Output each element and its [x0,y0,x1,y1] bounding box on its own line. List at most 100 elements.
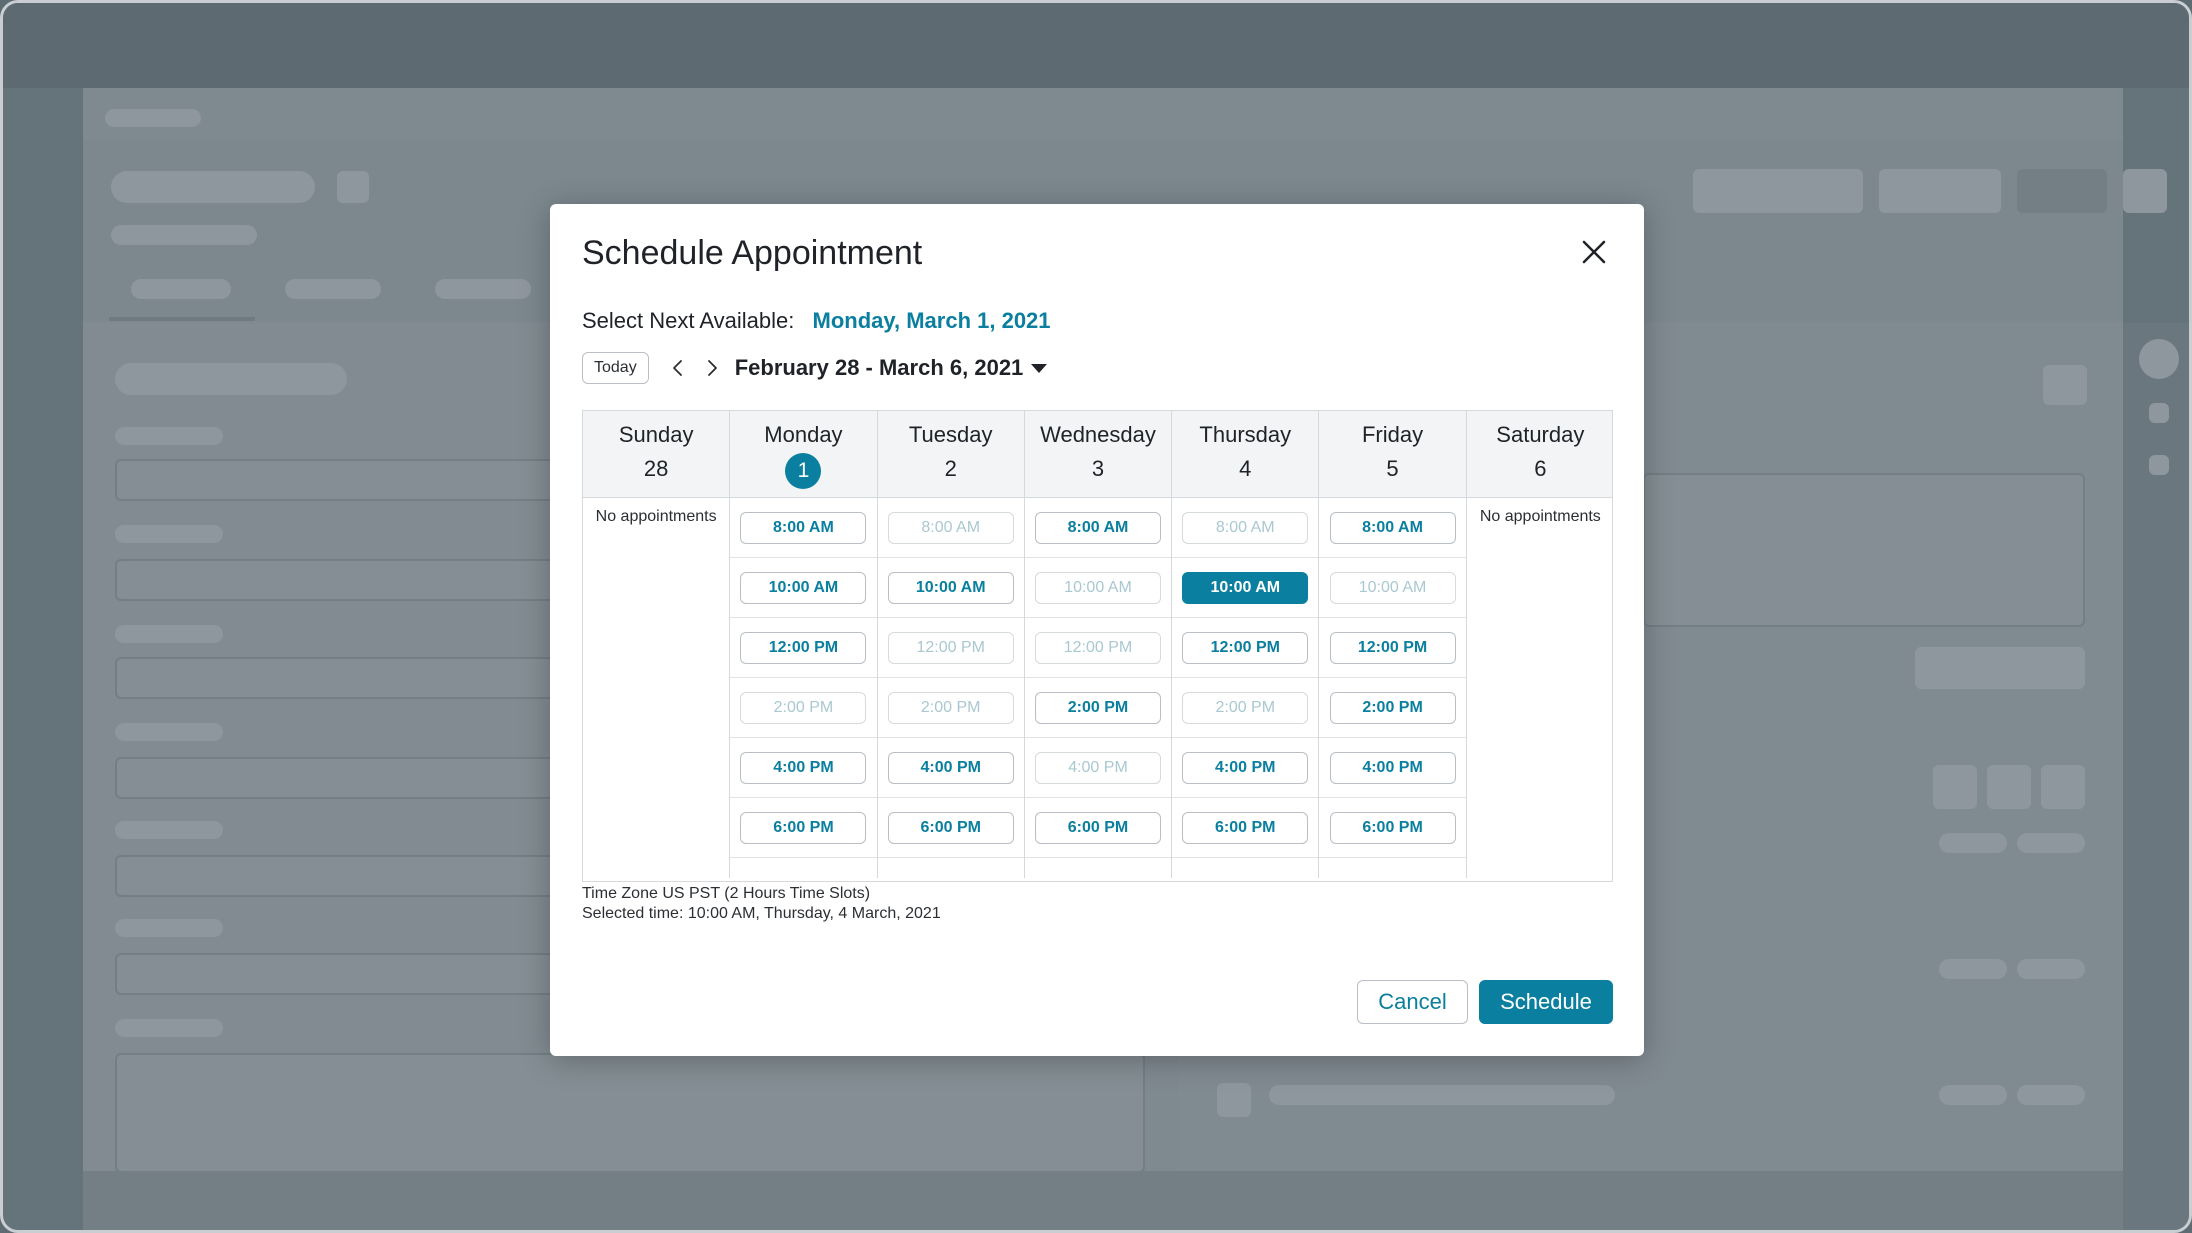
right-icon-btn-1 [1933,765,1977,809]
time-slot[interactable]: 4:00 PM [887,751,1014,784]
time-slot[interactable]: 4:00 PM [1329,751,1456,784]
day-header-tuesday: Tuesday 2 [878,411,1025,498]
right-field-placeholder [1643,473,2085,627]
right-row-placeholder [1269,1085,1615,1105]
time-slot[interactable]: 8:00 AM [1034,511,1161,544]
day-header-sunday: Sunday 28 [583,411,731,498]
day-header-saturday: Saturday 6 [1467,411,1612,498]
tab-placeholder-2 [285,279,381,299]
time-slot-disabled: 12:00 PM [887,631,1014,664]
previous-week-button[interactable] [661,351,695,385]
time-slot-disabled: 2:00 PM [1182,691,1309,724]
dialog-title: Schedule Appointment [582,234,923,272]
textarea-placeholder [115,1053,1145,1173]
time-slot-disabled: 4:00 PM [1034,751,1161,784]
day-column-friday: 8:00 AM 10:00 AM 12:00 PM 2:00 PM 4:00 P… [1319,498,1467,878]
date-range-dropdown[interactable]: February 28 - March 6, 2021 [735,355,1048,381]
bottom-icon-placeholder-3 [2075,1193,2097,1215]
day-name: Tuesday [908,422,993,447]
next-week-button[interactable] [695,351,729,385]
day-column-thursday: 8:00 AM 10:00 AM 12:00 PM 2:00 PM 4:00 P… [1172,498,1320,878]
field-placeholder-6 [115,953,615,995]
header-button-placeholder-3 [2017,169,2107,213]
time-slot-selected[interactable]: 10:00 AM [1182,571,1309,604]
time-slot[interactable]: 12:00 PM [740,631,867,664]
field-label-placeholder-4 [115,723,223,741]
next-available-row: Select Next Available: Monday, March 1, … [582,308,1051,334]
tab-placeholder-1 [131,279,231,299]
calendar-body: No appointments 8:00 AM 10:00 AM 12:00 P… [583,498,1612,878]
field-placeholder-3 [115,657,615,699]
field-label-placeholder-5 [115,821,223,839]
next-available-date-link[interactable]: Monday, March 1, 2021 [813,308,1051,333]
time-slot[interactable]: 2:00 PM [1034,691,1161,724]
week-navigation: Today February 28 - March 6, 2021 [582,351,1048,385]
day-number: 5 [1386,456,1399,481]
time-slot[interactable]: 2:00 PM [1329,691,1456,724]
right-icon-btn-2 [1987,765,2031,809]
today-button[interactable]: Today [582,352,649,384]
right-checkbox-placeholder [1217,1083,1251,1117]
section-title-placeholder [115,363,347,395]
selection-info: Time Zone US PST (2 Hours Time Slots) Se… [582,884,941,924]
close-icon [1582,240,1606,264]
right-icon-placeholder [2043,365,2087,405]
time-slot[interactable]: 10:00 AM [740,571,867,604]
field-placeholder-5 [115,855,615,897]
time-slot[interactable]: 4:00 PM [1182,751,1309,784]
day-number: 4 [1239,456,1252,481]
header-subtitle-placeholder [111,225,257,245]
right-button-placeholder [1915,647,2085,689]
schedule-button[interactable]: Schedule [1479,980,1613,1024]
time-slot[interactable]: 6:00 PM [1182,811,1309,844]
time-slot[interactable]: 6:00 PM [1034,811,1161,844]
time-slot-disabled: 8:00 AM [887,511,1014,544]
timezone-text: Time Zone US PST (2 Hours Time Slots) [582,885,871,902]
time-slot-disabled: 2:00 PM [740,691,867,724]
time-slot[interactable]: 8:00 AM [740,511,867,544]
chevron-left-icon [672,360,682,376]
field-label-placeholder-3 [115,625,223,643]
day-column-saturday: No appointments [1467,498,1612,878]
rail-icon-placeholder-1 [2149,403,2169,423]
right-pill-2 [2017,833,2085,853]
rail-icon-placeholder-2 [2149,455,2169,475]
no-appointments-text: No appointments [1479,508,1601,525]
time-slot[interactable]: 6:00 PM [1329,811,1456,844]
time-slot[interactable]: 6:00 PM [887,811,1014,844]
active-tab-indicator [109,317,255,321]
header-button-placeholder-1 [1693,169,1863,213]
browser-top-bar [3,3,2189,88]
day-column-monday: 8:00 AM 10:00 AM 12:00 PM 2:00 PM 4:00 P… [730,498,878,878]
field-placeholder-1 [115,459,615,501]
day-column-wednesday: 8:00 AM 10:00 AM 12:00 PM 2:00 PM 4:00 P… [1024,498,1173,878]
bottom-bar-placeholder [83,1171,2123,1230]
calendar-header: Sunday 28 Monday 1 Tuesday 2 Wednesday 3… [583,411,1612,498]
time-slot-disabled: 12:00 PM [1034,631,1161,664]
day-name: Sunday [618,422,694,447]
time-slot[interactable]: 4:00 PM [740,751,867,784]
close-button[interactable] [1574,232,1614,272]
time-slot-disabled: 10:00 AM [1034,571,1161,604]
header-button-placeholder-2 [1879,169,2001,213]
time-slot[interactable]: 12:00 PM [1182,631,1309,664]
cancel-button[interactable]: Cancel [1357,980,1468,1024]
next-available-label: Select Next Available: [582,308,795,333]
day-number: 2 [944,456,957,481]
day-name: Monday [764,422,843,447]
time-slot[interactable]: 6:00 PM [740,811,867,844]
day-header-friday: Friday 5 [1319,411,1467,498]
rail-avatar-placeholder [2139,339,2179,379]
time-slot-disabled: 8:00 AM [1182,511,1309,544]
header-button-placeholder-4 [2123,169,2167,213]
day-header-monday: Monday 1 [730,411,878,498]
time-slot[interactable]: 12:00 PM [1329,631,1456,664]
tab-placeholder-3 [435,279,531,299]
header-title-placeholder [111,171,315,203]
time-slot[interactable]: 10:00 AM [887,571,1014,604]
field-label-placeholder-1 [115,427,223,445]
day-column-sunday: No appointments [583,498,731,878]
time-slot[interactable]: 8:00 AM [1329,511,1456,544]
day-number: 3 [1091,456,1105,481]
day-header-wednesday: Wednesday 3 [1025,411,1173,498]
